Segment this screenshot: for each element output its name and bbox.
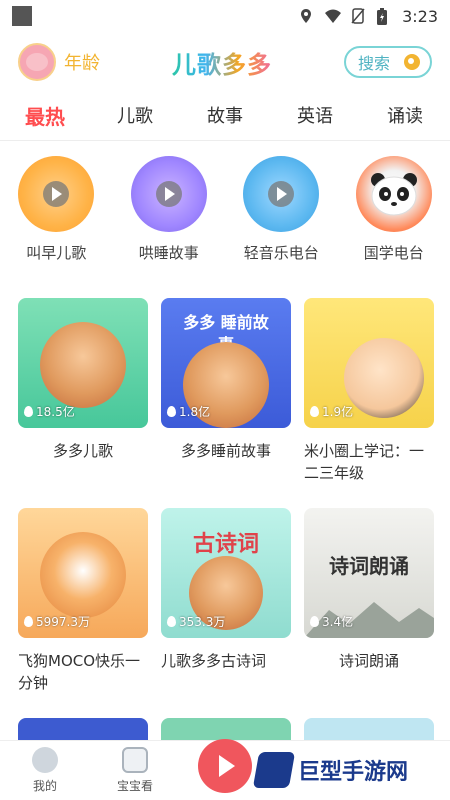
radio-item[interactable]: 轻音乐电台 — [231, 156, 331, 266]
radio-cover[interactable] — [355, 156, 432, 232]
album-card[interactable]: 5997.3万 飞狗MOCO快乐一分钟 — [18, 508, 148, 694]
brand-logo: 儿歌多多 — [172, 45, 272, 80]
watermark: 巨型手游网 — [252, 744, 446, 796]
tab-hot[interactable]: 最热 — [0, 94, 90, 140]
flame-icon — [310, 616, 319, 627]
play-count: 18.5亿 — [24, 403, 75, 420]
watermark-text: 巨型手游网 — [298, 760, 409, 785]
tab-recite[interactable]: 诵读 — [360, 94, 450, 140]
radio-stations: 叫早儿歌 哄睡故事 轻音乐电台 国学电台 — [0, 156, 450, 266]
tab-mine-label: 我的 — [32, 779, 57, 793]
album-cover[interactable]: 古诗词 353.3万 — [161, 508, 291, 638]
play-count: 1.8亿 — [167, 403, 210, 420]
album-cover[interactable] — [18, 718, 148, 740]
play-count-text: 1.9亿 — [322, 405, 354, 419]
age-label: 年龄 — [64, 53, 100, 74]
album-title: 飞狗MOCO快乐一分钟 — [18, 652, 141, 692]
album-card[interactable] — [304, 718, 434, 740]
flame-icon — [24, 616, 33, 627]
album-cover[interactable]: 18.5亿 — [18, 298, 148, 428]
baby-face-icon — [32, 747, 58, 773]
tab-songs[interactable]: 儿歌 — [90, 94, 180, 140]
radio-cover[interactable] — [243, 156, 320, 232]
album-cover[interactable] — [161, 718, 291, 740]
search-icon — [404, 54, 420, 70]
radio-item[interactable]: 哄睡故事 — [119, 156, 219, 266]
avatar[interactable] — [18, 43, 56, 81]
play-button-icon[interactable] — [198, 738, 252, 793]
status-right: 3:23 — [298, 7, 438, 26]
play-icon — [268, 181, 295, 207]
tab-watch[interactable]: 宝宝看 — [95, 747, 175, 794]
no-sim-icon — [350, 8, 366, 24]
tab-play[interactable] — [185, 738, 265, 793]
dog-art — [40, 532, 126, 618]
panda-icon — [370, 173, 417, 216]
app-header: 年龄 儿歌多多 搜索 — [0, 38, 450, 86]
search-button[interactable]: 搜索 — [344, 46, 432, 78]
album-cover[interactable]: 诗词朗诵 3.4亿 — [304, 508, 434, 638]
album-card[interactable] — [18, 718, 148, 740]
play-count: 5997.3万 — [24, 613, 90, 630]
album-cover[interactable]: 5997.3万 — [18, 508, 148, 638]
monkey-art — [40, 322, 126, 408]
radio-label: 哄睡故事 — [138, 244, 199, 262]
album-title: 米小圈上学记：一二三年级 — [304, 442, 425, 482]
tv-icon — [122, 747, 148, 773]
album-cover[interactable] — [304, 718, 434, 740]
play-count: 1.9亿 — [310, 403, 353, 420]
play-count: 353.3万 — [167, 613, 225, 630]
album-title: 儿歌多多古诗词 — [161, 652, 267, 670]
flame-icon — [167, 406, 176, 417]
radio-label: 国学电台 — [363, 244, 424, 262]
battery-icon — [376, 8, 392, 25]
play-count-text: 1.8亿 — [179, 405, 211, 419]
tab-stories[interactable]: 故事 — [180, 94, 270, 140]
search-label: 搜索 — [358, 54, 391, 73]
location-icon — [298, 8, 314, 24]
album-cover[interactable]: 1.9亿 — [304, 298, 434, 428]
album-title: 多多儿歌 — [52, 442, 113, 460]
notification-icon — [12, 6, 32, 26]
cover-title: 诗词朗诵 — [329, 554, 409, 578]
play-icon — [43, 181, 70, 207]
status-bar: 3:23 — [0, 0, 450, 32]
album-card[interactable]: 古诗词 353.3万 儿歌多多古诗词 — [161, 508, 291, 672]
status-time: 3:23 — [402, 6, 438, 26]
category-tabs: 最热 儿歌 故事 英语 诵读 — [0, 94, 450, 140]
album-card[interactable]: 1.9亿 米小圈上学记：一二三年级 — [304, 298, 434, 484]
album-title: 多多睡前故事 — [180, 442, 271, 460]
album-title: 诗词朗诵 — [338, 652, 399, 670]
flame-icon — [24, 406, 33, 417]
album-cover[interactable]: 多多 睡前故事 1.8亿 — [161, 298, 291, 428]
album-card[interactable] — [161, 718, 291, 740]
play-icon — [155, 181, 182, 207]
tabs-divider — [0, 140, 450, 141]
flame-icon — [310, 406, 319, 417]
radio-item[interactable]: 叫早儿歌 — [6, 156, 106, 266]
radio-label: 轻音乐电台 — [243, 244, 319, 262]
tab-mine[interactable]: 我的 — [5, 747, 85, 794]
album-card[interactable]: 18.5亿 多多儿歌 — [18, 298, 148, 462]
tab-english[interactable]: 英语 — [270, 94, 360, 140]
flame-icon — [167, 616, 176, 627]
radio-label: 叫早儿歌 — [26, 244, 87, 262]
brand-text: 儿歌多多 — [172, 45, 272, 80]
radio-cover[interactable] — [18, 156, 95, 232]
age-selector[interactable]: 年龄 — [18, 43, 100, 81]
cover-title: 古诗词 — [192, 532, 259, 557]
radio-item[interactable]: 国学电台 — [344, 156, 444, 266]
play-count-text: 18.5亿 — [36, 405, 75, 419]
wifi-icon — [324, 8, 342, 24]
play-count-text: 3.4亿 — [322, 615, 354, 629]
radio-cover[interactable] — [130, 156, 207, 232]
play-count-text: 353.3万 — [179, 615, 226, 629]
album-card[interactable]: 多多 睡前故事 1.8亿 多多睡前故事 — [161, 298, 291, 462]
boy-art — [344, 338, 424, 418]
tab-watch-label: 宝宝看 — [116, 779, 153, 793]
album-card[interactable]: 诗词朗诵 3.4亿 诗词朗诵 — [304, 508, 434, 672]
watermark-logo-icon — [252, 752, 296, 788]
play-count-text: 5997.3万 — [36, 615, 90, 629]
play-count: 3.4亿 — [310, 613, 353, 630]
